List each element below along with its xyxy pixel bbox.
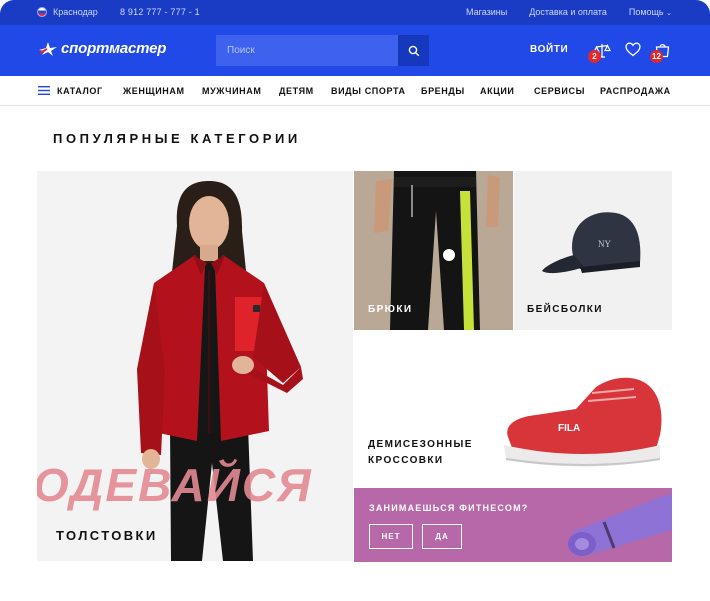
category-tile-caps[interactable]: NY БЕЙСБОЛКИ [514, 171, 672, 330]
logo-star-icon [39, 41, 57, 56]
chevron-down-icon: ⌄ [666, 10, 672, 17]
compare-count-badge: 2 [588, 50, 601, 63]
fitness-question: ЗАНИМАЕШЬСЯ ФИТНЕСОМ? [369, 503, 529, 513]
nav-services[interactable]: СЕРВИСЫ [534, 86, 585, 96]
nav-kids[interactable]: ДЕТЯМ [279, 86, 314, 96]
fitness-promo-banner: ЗАНИМАЕШЬСЯ ФИТНЕСОМ? НЕТ ДА [354, 488, 672, 562]
sportmaster-logo[interactable]: спортмастер [38, 40, 166, 57]
promo-word: ОДЕВАЙСЯ [37, 459, 313, 511]
yoga-mat-image [568, 493, 672, 556]
hoodies-label: ТОЛСТОВКИ [56, 528, 158, 543]
city-label: Краснодар [53, 7, 98, 17]
city-selector[interactable]: Краснодар [37, 7, 98, 17]
nav-brands[interactable]: БРЕНДЫ [421, 86, 465, 96]
search-icon [408, 45, 419, 56]
nav-clearance[interactable]: РАСПРОДАЖА [600, 86, 671, 96]
heart-icon [625, 42, 641, 57]
favorites-button[interactable] [625, 42, 643, 59]
top-links: Магазины Доставка и оплата Помощь ⌄ [466, 7, 672, 17]
login-button[interactable]: ВОЙТИ [530, 44, 568, 55]
search-input[interactable] [216, 35, 398, 66]
caps-label: БЕЙСБОЛКИ [527, 304, 603, 315]
sneakers-label-line2: КРОССОВКИ [368, 455, 444, 466]
search-button[interactable] [398, 35, 429, 66]
category-tile-sneakers[interactable]: ДЕМИСЕЗОННЫЕ КРОССОВКИ FILA [354, 331, 672, 487]
svg-text:FILA: FILA [558, 423, 580, 434]
page-frame: Краснодар 8 912 777 - 777 - 1 Магазины Д… [0, 0, 710, 601]
nav-men[interactable]: МУЖЧИНАМ [202, 86, 261, 96]
section-title: ПОПУЛЯРНЫЕ КАТЕГОРИИ [53, 131, 301, 146]
main-header: спортмастер ВОЙТИ 2 [0, 25, 710, 76]
red-sneaker-image: FILA [504, 377, 662, 467]
nav-sales[interactable]: АКЦИИ [480, 86, 515, 96]
fitness-yes-button[interactable]: ДА [422, 524, 462, 549]
phone-number[interactable]: 8 912 777 - 777 - 1 [120, 7, 200, 17]
menu-icon[interactable] [38, 86, 50, 95]
search-bar [216, 35, 429, 66]
nav-women[interactable]: ЖЕНЩИНАМ [123, 86, 185, 96]
russia-flag-icon [37, 7, 47, 17]
sneakers-label-line1: ДЕМИСЕЗОННЫЕ [368, 439, 473, 450]
top-strip: Краснодар 8 912 777 - 777 - 1 Магазины Д… [0, 0, 710, 25]
nav-catalog[interactable]: КАТАЛОГ [57, 86, 103, 96]
cart-count-badge: 12 [650, 50, 663, 63]
link-stores[interactable]: Магазины [466, 7, 507, 17]
category-tile-pants[interactable]: БРЮКИ [354, 171, 513, 330]
fitness-no-button[interactable]: НЕТ [369, 524, 413, 549]
svg-text:NY: NY [598, 239, 611, 249]
nav-sports[interactable]: ВИДЫ СПОРТА [331, 86, 406, 96]
link-delivery[interactable]: Доставка и оплата [529, 7, 607, 17]
logo-text: спортмастер [61, 40, 167, 57]
category-tile-hoodies[interactable]: ОДЕВАЙСЯ ТОЛСТОВКИ [37, 171, 353, 561]
category-nav: КАТАЛОГ ЖЕНЩИНАМ МУЖЧИНАМ ДЕТЯМ ВИДЫ СПО… [0, 76, 710, 106]
link-help[interactable]: Помощь ⌄ [629, 7, 672, 17]
pants-label: БРЮКИ [368, 304, 413, 315]
link-help-label: Помощь [628, 7, 664, 17]
